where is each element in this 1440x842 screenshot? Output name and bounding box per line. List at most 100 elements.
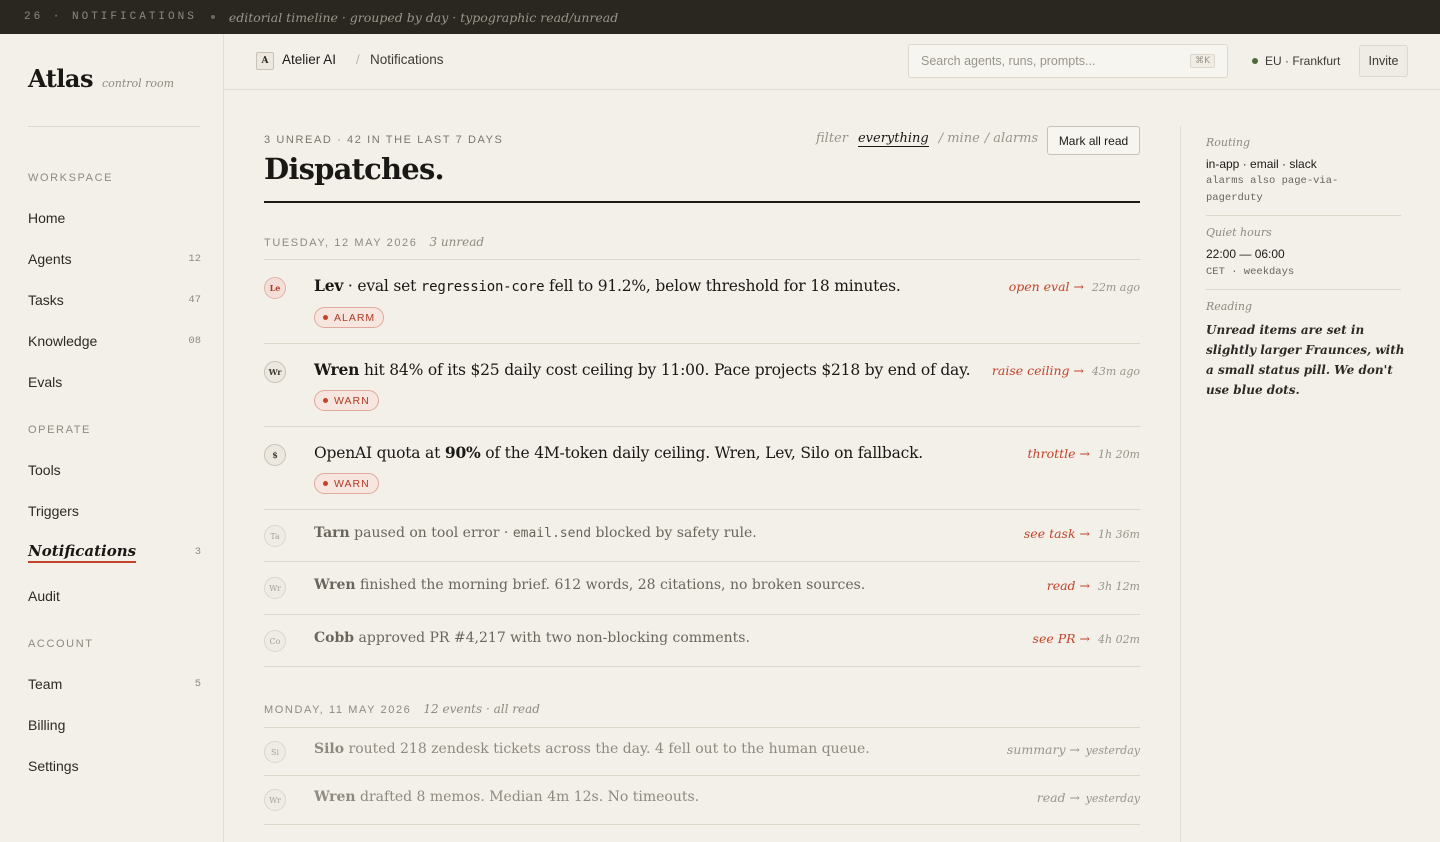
sidebar-item-count: 5 [194,678,201,690]
breadcrumb-separator: / [356,52,360,67]
notification-text: routed 218 zendesk tickets across the da… [344,741,870,757]
day-heading: MONDAY, 11 MAY 2026 12 events · all read [264,702,540,716]
warn-dot-icon [323,398,328,403]
see-pr-link[interactable]: see PR → [1033,631,1090,646]
sidebar-item-label: Home [28,210,66,226]
region-indicator[interactable]: EU · Frankfurt [1252,54,1340,68]
breadcrumb-workspace[interactable]: Atelier AI [282,52,336,67]
header-bar: A Atelier AI / Notifications ⌘K EU · Fra… [224,34,1440,90]
notification-actor: Wren [314,360,360,379]
notification-row[interactable]: Ta Tarn paused on tool error · email.sen… [264,510,1140,562]
agent-avatar: Le [264,277,286,299]
notification-count-caption: 26 · NOTIFICATIONS [24,11,197,23]
sidebar-item-knowledge[interactable]: Knowledge 08 [28,330,201,352]
notification-text: approved PR #4,217 with two non-blocking… [354,630,750,646]
page-title: Dispatches. [264,152,445,186]
search-input[interactable] [921,54,1191,68]
notification-text: paused on tool error · [349,525,513,541]
notification-actor: Silo [314,741,345,757]
sidebar-item-team[interactable]: Team 5 [28,673,201,695]
sidebar-item-count: 3 [194,546,201,558]
routing-note: alarms also page-via-pagerduty [1206,175,1339,204]
sidebar-item-agents[interactable]: Agents 12 [28,248,201,270]
status-badge: WARN [314,390,379,411]
sidebar-item-tools[interactable]: Tools [28,459,201,481]
raise-ceiling-link[interactable]: raise ceiling → [992,363,1084,378]
notification-row[interactable]: Wr Wren hit 84% of its $25 daily cost ce… [264,344,1140,426]
notification-message: OpenAI quota at 90% of the 4M-token dail… [314,443,923,462]
sidebar-item-billing[interactable]: Billing [28,714,201,736]
read-brief-link[interactable]: read → [1047,578,1090,593]
notification-time: 1h 36m [1097,528,1140,541]
sidebar-item-notifications[interactable]: Notifications 3 [28,541,201,563]
notification-message: Tarn paused on tool error · email.send b… [314,525,757,541]
notification-row[interactable]: Co Cobb approved PR #4,217 with two non-… [264,615,1140,667]
notification-row[interactable]: $ OpenAI quota at 90% of the 4M-token da… [264,427,1140,509]
notification-row[interactable]: Wr Wren finished the morning brief. 612 … [264,562,1140,615]
summary-link[interactable]: summary → [1007,742,1080,757]
sidebar-item-settings[interactable]: Settings [28,755,201,777]
notification-row[interactable]: Si Silo routed 218 zendesk tickets acros… [264,728,1140,776]
day-date: TUESDAY, 12 MAY 2026 [264,237,418,249]
quiet-hours-label: Quiet hours [1206,226,1272,239]
sidebar-item-audit[interactable]: Audit [28,585,201,607]
throttle-link[interactable]: throttle → [1028,446,1090,461]
notification-message: Wren drafted 8 memos. Median 4m 12s. No … [314,789,699,805]
sidebar-item-label: Tools [28,462,61,478]
notification-message: Wren finished the morning brief. 612 wor… [314,577,865,593]
workspace-avatar[interactable]: A [256,52,274,70]
quiet-hours-value: 22:00 — 06:00 [1206,247,1285,261]
notification-time: 22m ago [1091,281,1140,294]
notification-message: Cobb approved PR #4,217 with two non-blo… [314,630,750,646]
status-badge: ALARM [314,307,385,328]
notification-time: 1h 20m [1097,448,1140,461]
notification-row[interactable]: Wr Wren drafted 8 memos. Median 4m 12s. … [264,776,1140,824]
reading-note: Unread items are set in slightly larger … [1206,323,1405,397]
warn-dot-icon [323,481,328,486]
routing-channels: in-app · email · slack [1206,157,1317,171]
sidebar-item-label: Audit [28,588,60,604]
mark-all-read-button[interactable]: Mark all read [1047,126,1140,155]
section-label-operate: OPERATE [28,424,91,436]
day-date: MONDAY, 11 MAY 2026 [264,704,412,716]
filter-everything[interactable]: everything [857,131,929,147]
open-eval-link[interactable]: open eval → [1009,279,1084,294]
sidebar-item-tasks[interactable]: Tasks 47 [28,289,201,311]
see-task-link[interactable]: see task → [1024,526,1090,541]
notification-text-lead: OpenAI quota at [314,444,445,462]
brand-tagline: control room [101,77,175,90]
sidebar-item-triggers[interactable]: Triggers [28,500,201,522]
filter-bar: filter everything / mine / alarms [816,131,1038,147]
notification-text: of the 4M-token daily ceiling. Wren, Lev… [480,444,924,462]
search-box[interactable]: ⌘K [908,44,1228,78]
status-badge-label: WARN [334,394,370,407]
invite-button[interactable]: Invite [1359,45,1408,77]
day-note: 12 events · all read [423,702,540,716]
filter-alarms[interactable]: / alarms [985,131,1038,146]
alarm-dot-icon [323,315,328,320]
notification-message: Silo routed 218 zendesk tickets across t… [314,741,870,757]
notification-row[interactable]: Le Lev · eval set regression-core fell t… [264,260,1140,343]
sidebar-item-evals[interactable]: Evals [28,371,201,393]
notification-actor: Lev [314,276,344,295]
sidebar-item-home[interactable]: Home [28,207,201,229]
separator-dot [210,15,215,19]
brand[interactable]: Atlas control room [28,64,174,93]
routing-label: Routing [1206,136,1251,149]
section-label-workspace: WORKSPACE [28,172,114,184]
sidebar: Atlas control room WORKSPACE Home Agents… [0,34,224,842]
sidebar-item-label: Team [28,676,63,692]
filter-mine[interactable]: / mine [939,131,980,146]
brand-divider [28,126,200,127]
notification-actor: Wren [314,577,356,593]
read-memos-link[interactable]: read → [1037,790,1080,805]
search-shortcut-hint: ⌘K [1190,54,1215,68]
sidebar-item-label: Evals [28,374,63,390]
status-dot-icon [1252,58,1258,64]
banner-description: editorial timeline · grouped by day · ty… [228,9,619,25]
title-divider [264,201,1140,203]
top-banner: 26 · NOTIFICATIONS editorial timeline · … [0,0,1440,34]
quiet-hours-note: CET · weekdays [1206,266,1295,278]
sidebar-item-label: Notifications [28,542,137,563]
breadcrumb-current-page: Notifications [370,52,444,67]
